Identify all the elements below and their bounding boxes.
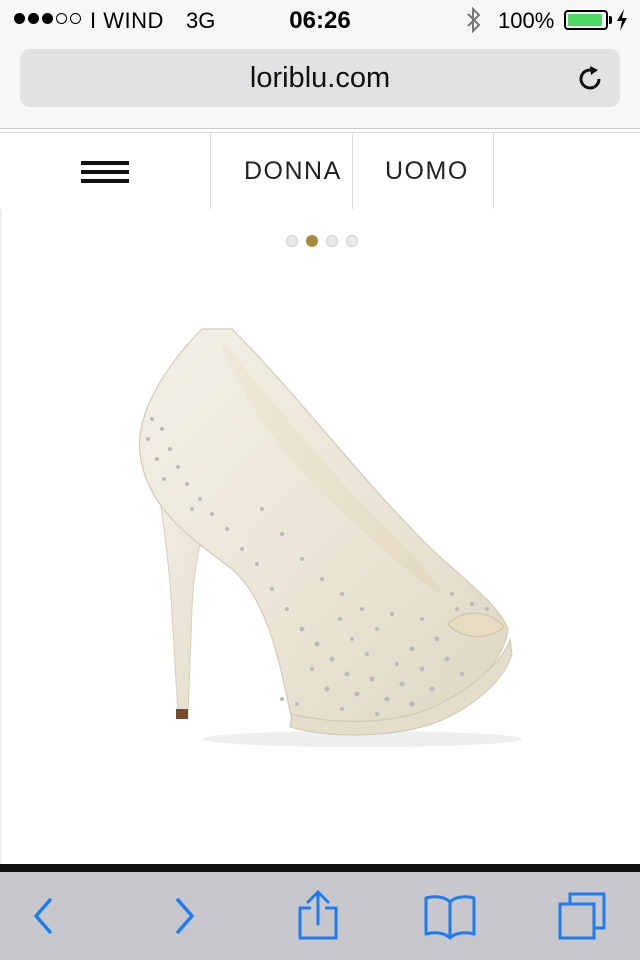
battery-tip <box>609 16 612 24</box>
back-icon[interactable] <box>18 890 70 942</box>
menu-button[interactable] <box>0 133 210 209</box>
carousel-dot[interactable] <box>346 235 358 247</box>
bookmarks-icon[interactable] <box>424 890 476 942</box>
product-carousel[interactable] <box>0 209 640 864</box>
address-bar[interactable]: loriblu.com <box>20 49 620 107</box>
product-image-shoe[interactable] <box>112 309 532 759</box>
nav-divider <box>493 133 494 209</box>
url-text: loriblu.com <box>249 62 391 94</box>
charging-icon <box>617 9 627 31</box>
carousel-dot[interactable] <box>326 235 338 247</box>
browser-toolbar <box>0 872 640 960</box>
carousel-dot-active[interactable] <box>306 235 318 247</box>
carousel-pager <box>286 235 358 247</box>
forward-icon[interactable] <box>158 890 210 942</box>
share-icon[interactable] <box>292 890 344 942</box>
browser-chrome: loriblu.com <box>0 40 640 129</box>
nav-link-uomo[interactable]: UOMO <box>385 157 469 186</box>
bluetooth-icon <box>467 7 481 33</box>
nav-link-donna[interactable]: DONNA <box>244 157 342 186</box>
battery-percentage: 100% <box>498 8 555 33</box>
hamburger-icon <box>81 161 129 188</box>
battery-icon <box>564 10 608 30</box>
carousel-dot[interactable] <box>286 235 298 247</box>
nav-divider <box>210 133 211 209</box>
nav-divider <box>352 133 353 209</box>
status-bar: I WIND 3G 06:26 100% <box>0 0 640 40</box>
tabs-icon[interactable] <box>556 890 608 942</box>
site-navigation: DONNA UOMO <box>0 132 640 210</box>
page-footer-bar <box>0 864 640 872</box>
reload-icon[interactable] <box>574 63 606 95</box>
